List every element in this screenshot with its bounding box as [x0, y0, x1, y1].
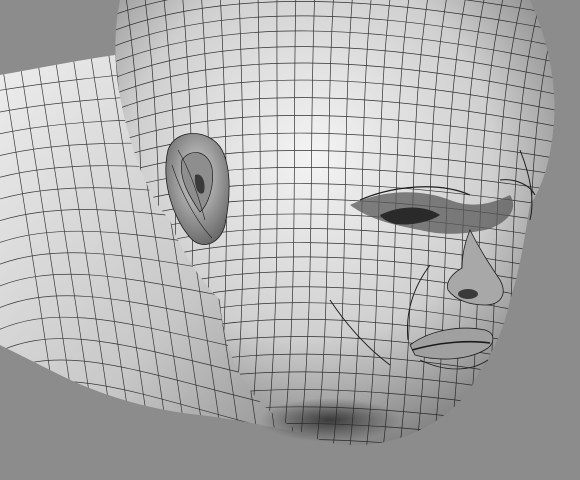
head-wireframe-render	[0, 0, 555, 446]
viewport	[0, 0, 580, 480]
jaw-shadow	[260, 398, 400, 442]
